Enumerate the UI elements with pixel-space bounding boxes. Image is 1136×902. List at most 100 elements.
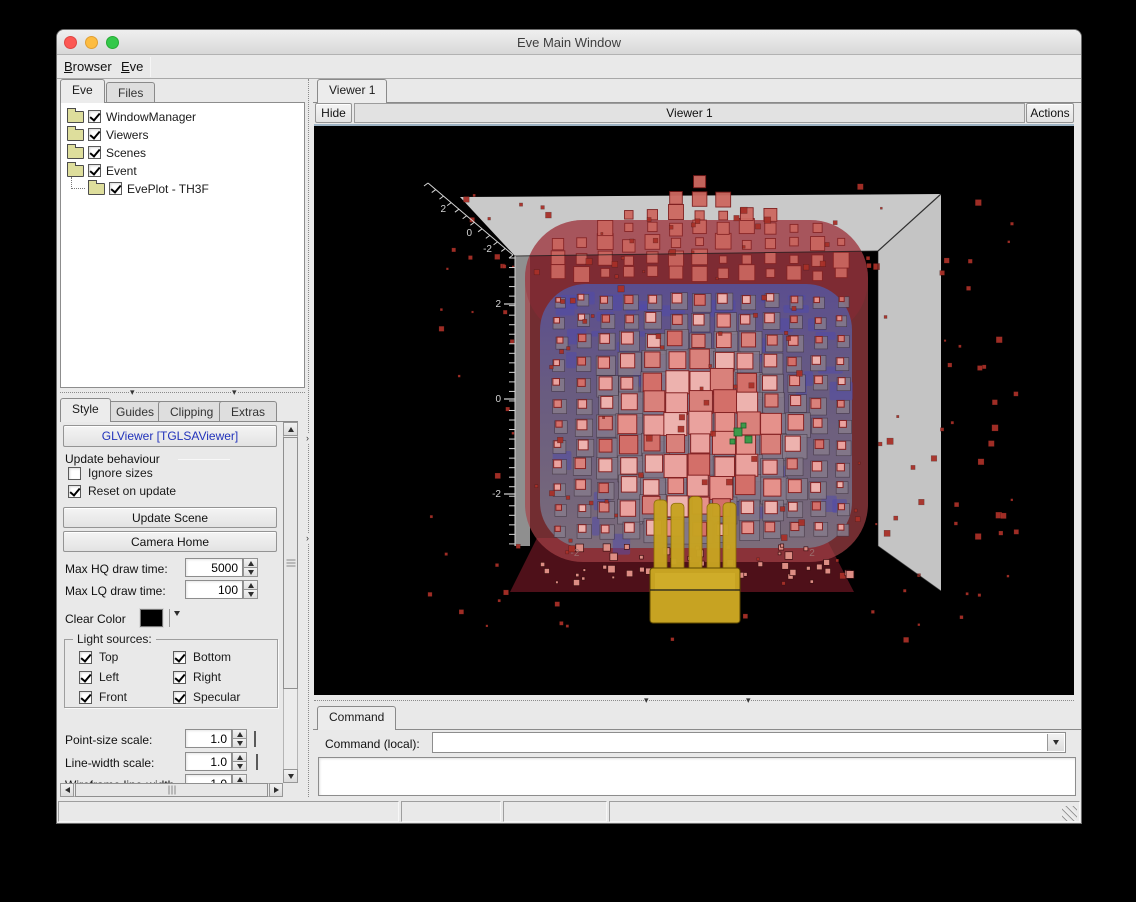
spin-up-button[interactable]: [243, 558, 258, 568]
tab-viewer-1[interactable]: Viewer 1: [317, 79, 387, 103]
max-lq-spinner[interactable]: [243, 580, 258, 599]
update-behaviour-rule: [178, 459, 230, 460]
wireframe-spinner[interactable]: [232, 774, 247, 783]
max-lq-input[interactable]: [185, 580, 243, 599]
tab-files[interactable]: Files: [106, 82, 155, 102]
ignore-sizes-checkbox[interactable]: [68, 467, 81, 480]
viewer-command-splitter[interactable]: ▾ ▾: [314, 696, 1074, 705]
menu-bar: Browser Eve: [57, 55, 1081, 79]
title-bar[interactable]: Eve Main Window: [57, 30, 1081, 55]
tree-item-eveplot[interactable]: EvePlot - TH3F: [67, 180, 209, 197]
scroll-up-button[interactable]: [283, 422, 298, 436]
spin-up-button[interactable]: [232, 752, 247, 762]
folder-icon: [67, 147, 84, 159]
light-top-row[interactable]: Top: [79, 650, 118, 664]
light-left-checkbox[interactable]: [79, 671, 92, 684]
clear-color-dropdown[interactable]: [174, 616, 180, 630]
tree-item-windowmanager[interactable]: WindowManager: [67, 108, 196, 125]
tab-eve-label: Eve: [72, 83, 93, 97]
hscrollbar-thumb[interactable]: [75, 783, 268, 797]
light-specular-row[interactable]: Specular: [173, 690, 240, 704]
line-width-checkbox[interactable]: [256, 754, 258, 770]
combo-dropdown-button[interactable]: [1047, 734, 1064, 751]
reset-on-update-checkbox[interactable]: [68, 485, 81, 498]
point-size-spinner[interactable]: [232, 729, 247, 748]
light-bottom-row[interactable]: Bottom: [173, 650, 231, 664]
th3f-box-plot-scene[interactable]: 20-220-2-22: [314, 126, 1074, 695]
viewers-checkbox[interactable]: [88, 128, 101, 141]
tab-extras-label: Extras: [231, 405, 265, 419]
glviewer-button[interactable]: GLViewer [TGLSAViewer]: [63, 425, 277, 447]
splitter-arrow-icon: ▾: [644, 696, 649, 705]
tab-guides-label: Guides: [116, 405, 154, 419]
update-behaviour-label: Update behaviour: [65, 452, 160, 466]
scroll-left-button[interactable]: [60, 783, 74, 797]
light-bottom-checkbox[interactable]: [173, 651, 186, 664]
spin-up-button[interactable]: [232, 729, 247, 739]
spin-down-button[interactable]: [243, 568, 258, 577]
menu-browser[interactable]: Browser: [64, 59, 112, 74]
tree-style-splitter[interactable]: ▾ ▾: [60, 388, 305, 397]
actions-button[interactable]: Actions: [1026, 103, 1074, 123]
tab-style[interactable]: Style: [60, 398, 111, 422]
tree-item-viewers[interactable]: Viewers: [67, 126, 148, 143]
up-arrow-icon: [237, 732, 243, 737]
spin-down-button[interactable]: [232, 739, 247, 748]
light-specular-checkbox[interactable]: [173, 691, 186, 704]
command-input[interactable]: [435, 734, 1045, 751]
tab-guides[interactable]: Guides: [104, 401, 166, 421]
clear-color-swatch[interactable]: [140, 609, 163, 627]
command-output-area[interactable]: [318, 757, 1076, 796]
tab-extras[interactable]: Extras: [219, 401, 277, 421]
scroll-down-button[interactable]: [283, 769, 298, 783]
light-front-row[interactable]: Front: [79, 690, 127, 704]
tab-command[interactable]: Command: [317, 706, 396, 730]
light-left-row[interactable]: Left: [79, 670, 119, 684]
tree-item-scenes[interactable]: Scenes: [67, 144, 146, 161]
tab-eve[interactable]: Eve: [60, 79, 105, 103]
light-right-checkbox[interactable]: [173, 671, 186, 684]
eve-object-tree[interactable]: WindowManager Viewers Scenes Event EvePl…: [60, 102, 305, 388]
scroll-right-button[interactable]: [269, 783, 283, 797]
style-vscrollbar[interactable]: [283, 422, 298, 783]
max-hq-label: Max HQ draw time:: [65, 562, 168, 576]
update-scene-button[interactable]: Update Scene: [63, 507, 277, 528]
panel-vsplitter[interactable]: › ›: [305, 79, 313, 797]
max-hq-input[interactable]: [185, 558, 243, 577]
camera-home-button[interactable]: Camera Home: [63, 531, 277, 552]
ignore-sizes-row[interactable]: Ignore sizes: [68, 466, 153, 480]
command-combobox[interactable]: [432, 732, 1066, 753]
style-hscrollbar[interactable]: [60, 783, 283, 797]
spin-up-button[interactable]: [232, 774, 247, 783]
gl-viewport[interactable]: 20-220-2-22: [314, 124, 1074, 695]
spin-up-button[interactable]: [243, 580, 258, 590]
light-right-row[interactable]: Right: [173, 670, 221, 684]
windowmanager-checkbox[interactable]: [88, 110, 101, 123]
menu-eve[interactable]: Eve: [121, 59, 143, 74]
resize-grip[interactable]: [1062, 806, 1077, 821]
line-width-spinner[interactable]: [232, 752, 247, 771]
line-width-label: Line-width scale:: [65, 756, 154, 770]
event-checkbox[interactable]: [88, 164, 101, 177]
light-front-checkbox[interactable]: [79, 691, 92, 704]
vscrollbar-thumb[interactable]: [283, 437, 298, 689]
wireframe-input[interactable]: [185, 774, 232, 783]
reset-on-update-row[interactable]: Reset on update: [68, 484, 176, 498]
command-tabline: [313, 729, 1081, 730]
hide-button[interactable]: Hide: [315, 103, 352, 123]
line-width-input[interactable]: [185, 752, 232, 771]
window-title: Eve Main Window: [57, 35, 1081, 50]
spin-down-button[interactable]: [243, 590, 258, 599]
viewer-title-bar[interactable]: Viewer 1: [354, 103, 1025, 123]
svg-text:-2: -2: [483, 244, 492, 255]
point-size-input[interactable]: [185, 729, 232, 748]
eveplot-checkbox[interactable]: [109, 182, 122, 195]
max-hq-spinner[interactable]: [243, 558, 258, 577]
scenes-checkbox[interactable]: [88, 146, 101, 159]
spin-down-button[interactable]: [232, 762, 247, 771]
tab-clipping[interactable]: Clipping: [158, 401, 225, 421]
up-arrow-icon: [237, 777, 243, 782]
point-size-checkbox[interactable]: [254, 731, 256, 747]
light-top-checkbox[interactable]: [79, 651, 92, 664]
folder-icon: [67, 129, 84, 141]
